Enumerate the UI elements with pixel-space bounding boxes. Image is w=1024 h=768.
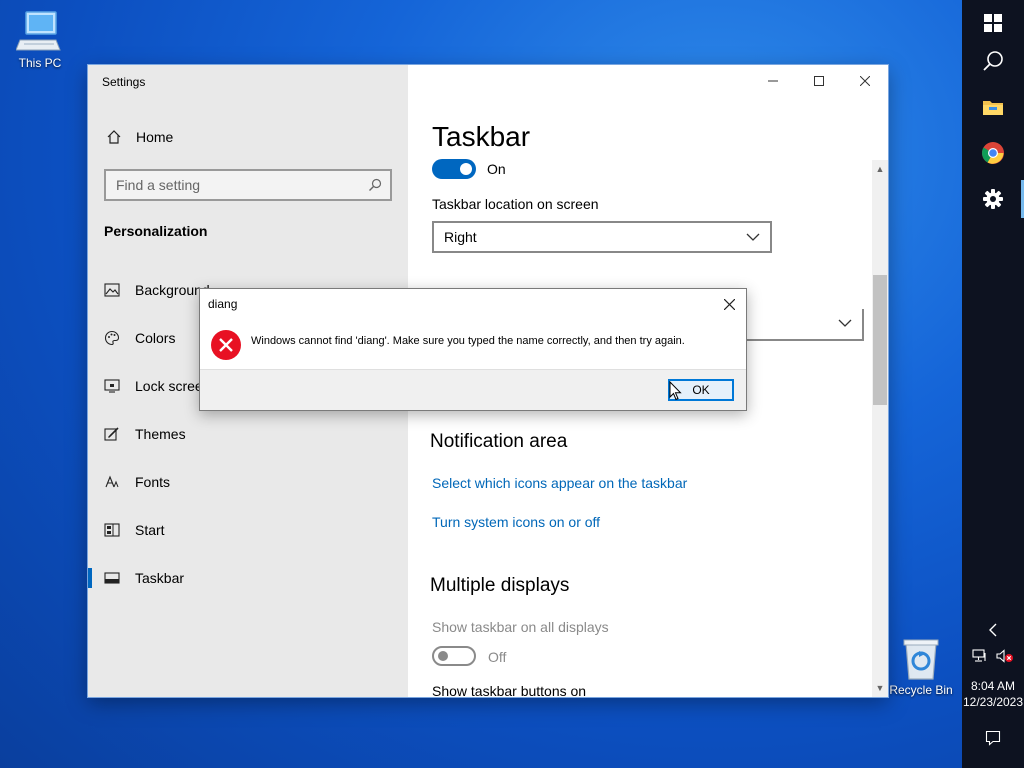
ok-button[interactable]: OK — [668, 379, 734, 401]
gear-icon — [983, 189, 1003, 209]
palette-icon — [104, 330, 120, 346]
window-title: Settings — [102, 75, 146, 89]
show-hidden-icons-button[interactable] — [962, 620, 1024, 640]
select-icons-link[interactable]: Select which icons appear on the taskbar — [432, 475, 687, 491]
chevron-left-icon — [989, 623, 997, 637]
taskbar-toggle-on[interactable] — [432, 159, 476, 179]
volume-muted-icon[interactable] — [996, 649, 1014, 663]
nav-item-label: Fonts — [135, 474, 171, 490]
toggle-knob — [438, 651, 448, 661]
home-label: Home — [136, 129, 174, 145]
system-tray — [962, 646, 1024, 666]
taskbar-location-dropdown[interactable]: Right — [432, 221, 772, 253]
search-input[interactable] — [116, 177, 356, 193]
close-icon — [723, 298, 735, 310]
computer-icon — [16, 11, 61, 51]
search-button[interactable] — [962, 38, 1024, 84]
windows-logo-icon — [984, 14, 1002, 32]
nav-item-start[interactable]: Start — [88, 506, 408, 554]
close-button[interactable] — [842, 65, 888, 97]
brush-icon — [104, 426, 120, 442]
clock-date: 12/23/2023 — [962, 695, 1024, 709]
scrollbar[interactable]: ▲ ▼ — [872, 160, 888, 697]
dialog-message: Windows cannot find 'diang'. Make sure y… — [251, 335, 685, 347]
nav-item-fonts[interactable]: Fonts — [88, 458, 408, 506]
clock[interactable]: 8:04 AM 12/23/2023 — [962, 678, 1024, 710]
taskbar-icon — [104, 570, 120, 586]
settings-taskbar-button[interactable] — [962, 176, 1024, 222]
clock-time: 8:04 AM — [970, 679, 1016, 693]
scroll-down-arrow[interactable]: ▼ — [872, 681, 888, 695]
nav-item-label: Themes — [135, 426, 186, 442]
scroll-up-arrow[interactable]: ▲ — [872, 162, 888, 176]
home-nav-item[interactable]: Home — [106, 129, 173, 145]
close-icon — [860, 76, 870, 86]
start-grid-icon — [104, 522, 120, 538]
nav-item-label: Start — [135, 522, 165, 538]
section-heading: Personalization — [104, 223, 208, 239]
lock-screen-icon — [104, 378, 120, 394]
error-dialog: diang Windows cannot find 'diang'. Make … — [199, 288, 747, 411]
dialog-title: diang — [208, 297, 238, 311]
taskbar: 8:04 AM 12/23/2023 — [962, 0, 1024, 768]
toggle-knob — [460, 163, 472, 175]
notification-area-heading: Notification area — [430, 431, 568, 452]
scroll-thumb[interactable] — [873, 275, 887, 405]
multiple-displays-heading: Multiple displays — [430, 575, 570, 596]
dialog-footer: OK — [200, 369, 746, 410]
file-explorer-button[interactable] — [962, 84, 1024, 130]
nav-item-taskbar[interactable]: Taskbar — [88, 554, 408, 602]
search-icon — [369, 178, 382, 191]
toggle-on-label: On — [487, 161, 506, 177]
nav-item-label: Colors — [135, 330, 176, 346]
this-pc-desktop-icon[interactable]: This PC — [5, 10, 75, 70]
home-icon — [107, 130, 121, 144]
maximize-icon — [814, 76, 824, 86]
chevron-down-icon — [838, 319, 852, 327]
window-controls — [750, 65, 888, 97]
minimize-icon — [768, 80, 778, 82]
location-value: Right — [444, 229, 477, 245]
picture-icon — [104, 282, 120, 298]
recycle-bin-icon — [903, 639, 939, 680]
maximize-button[interactable] — [796, 65, 842, 97]
action-center-button[interactable] — [962, 726, 1024, 750]
page-title: Taskbar — [432, 121, 531, 152]
search-box[interactable] — [104, 169, 392, 201]
dialog-close-button[interactable] — [716, 291, 742, 317]
search-icon — [983, 51, 1003, 71]
show-buttons-on-label: Show taskbar buttons on — [432, 683, 587, 697]
location-label: Taskbar location on screen — [432, 196, 599, 212]
chrome-icon — [982, 142, 1004, 164]
this-pc-label: This PC — [18, 56, 62, 70]
recycle-bin-label: Recycle Bin — [889, 683, 953, 697]
network-icon[interactable] — [972, 649, 988, 663]
nav-item-themes[interactable]: Themes — [88, 410, 408, 458]
nav-item-label: Taskbar — [135, 570, 185, 586]
toggle-off-label: Off — [488, 649, 507, 665]
show-all-displays-label: Show taskbar on all displays — [432, 619, 609, 635]
chevron-down-icon — [746, 233, 760, 241]
error-icon — [211, 330, 241, 360]
font-icon — [104, 474, 120, 490]
notification-icon — [985, 730, 1001, 746]
recycle-bin-desktop-icon[interactable]: Recycle Bin — [885, 637, 957, 697]
all-displays-toggle[interactable] — [432, 646, 476, 666]
chrome-button[interactable] — [962, 130, 1024, 176]
folder-icon — [983, 101, 1003, 115]
system-icons-link[interactable]: Turn system icons on or off — [432, 514, 600, 530]
minimize-button[interactable] — [750, 65, 796, 97]
